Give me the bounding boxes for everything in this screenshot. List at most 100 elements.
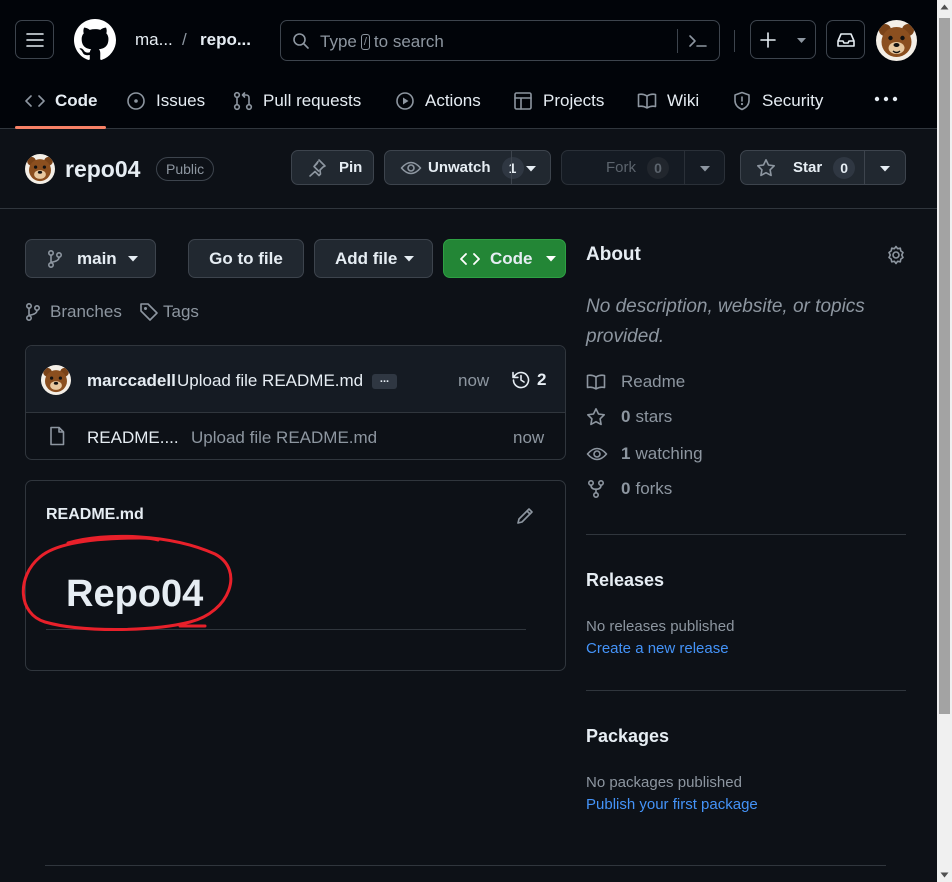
gear-icon[interactable] xyxy=(886,245,906,265)
pin-button[interactable]: Pin xyxy=(291,150,374,185)
search-icon xyxy=(293,33,309,49)
commit-author-avatar[interactable] xyxy=(41,365,71,395)
file-name[interactable]: README.... xyxy=(87,428,179,448)
tab-wiki[interactable]: Wiki xyxy=(637,86,699,116)
play-icon xyxy=(396,92,414,110)
breadcrumb-owner[interactable]: ma... xyxy=(135,30,173,50)
star-button[interactable]: Star 0 xyxy=(740,150,906,185)
search-shortcut-key: / xyxy=(360,34,370,50)
tab-actions[interactable]: Actions xyxy=(395,86,481,116)
github-mark-icon xyxy=(74,19,116,60)
breadcrumb-repo[interactable]: repo... xyxy=(200,30,251,50)
tags-label: Tags xyxy=(163,302,199,321)
global-header: ma... / repo... Type / to search Code Is… xyxy=(0,0,937,129)
create-release-link[interactable]: Create a new release xyxy=(586,640,729,657)
readme-link-label: Readme xyxy=(621,372,686,391)
chevron-down-icon xyxy=(545,256,556,262)
go-to-file-button[interactable]: Go to file xyxy=(188,239,304,278)
tab-security[interactable]: Security xyxy=(732,86,823,116)
releases-title[interactable]: Releases xyxy=(586,570,664,591)
code-button[interactable]: Code xyxy=(443,239,566,278)
tab-code-label: Code xyxy=(55,91,98,110)
chevron-down-icon[interactable] xyxy=(525,165,537,172)
tab-issues-label: Issues xyxy=(156,91,206,110)
commit-message[interactable]: Upload file README.md xyxy=(177,371,363,391)
branches-link[interactable]: Branches xyxy=(25,302,122,322)
eye-icon xyxy=(586,447,608,461)
pencil-icon[interactable] xyxy=(515,506,535,526)
inbox-button[interactable] xyxy=(826,20,865,59)
scroll-up-arrow-icon[interactable] xyxy=(940,4,949,10)
forks-label: forks xyxy=(635,479,673,498)
star-icon xyxy=(587,408,605,426)
fork-icon xyxy=(587,479,605,499)
add-file-button[interactable]: Add file xyxy=(314,239,433,278)
repo-owner-avatar[interactable] xyxy=(25,154,55,184)
tab-projects[interactable]: Projects xyxy=(513,86,604,116)
watching-label: watching xyxy=(635,444,703,463)
visibility-badge: Public xyxy=(156,157,215,181)
tab-security-label: Security xyxy=(762,91,824,110)
branch-select-button[interactable]: main xyxy=(25,239,156,278)
watch-button[interactable]: Unwatch 1 xyxy=(384,150,551,185)
book-icon xyxy=(586,374,606,390)
readme-link[interactable]: Readme xyxy=(586,372,685,392)
watching-link[interactable]: 1 watching xyxy=(586,444,703,464)
more-tabs-button[interactable] xyxy=(874,96,898,102)
search-placeholder: Type / to search xyxy=(320,32,444,51)
branches-label: Branches xyxy=(50,302,122,321)
add-file-label: Add file xyxy=(335,248,398,268)
branch-icon xyxy=(47,249,63,268)
repo-name[interactable]: repo04 xyxy=(65,156,140,183)
eye-icon xyxy=(400,161,422,174)
table-icon xyxy=(514,92,532,110)
chevron-down-icon[interactable] xyxy=(879,165,891,172)
kebab-horizontal-icon xyxy=(874,96,898,102)
commit-details-toggle[interactable]: ... xyxy=(372,374,397,389)
command-palette-icon[interactable] xyxy=(688,32,708,50)
about-title: About xyxy=(586,244,641,265)
commit-history-link[interactable]: 2 xyxy=(510,369,546,391)
divider xyxy=(0,208,937,209)
file-row[interactable]: README.... Upload file README.md now xyxy=(26,413,565,459)
create-new-button[interactable] xyxy=(750,20,816,59)
readme-filename[interactable]: README.md xyxy=(46,506,144,524)
chevron-down-icon xyxy=(127,256,138,262)
fork-label: Fork xyxy=(606,159,636,176)
tab-pull-requests[interactable]: Pull requests xyxy=(233,86,361,116)
code-icon xyxy=(460,252,480,265)
latest-commit-row: marccadell Upload file README.md ... now… xyxy=(26,346,565,413)
tab-pull-requests-label: Pull requests xyxy=(263,91,362,110)
chevron-down-icon[interactable] xyxy=(699,165,711,172)
scrollbar-thumb[interactable] xyxy=(939,18,950,714)
chevron-down-icon xyxy=(404,256,415,262)
tab-issues[interactable]: Issues xyxy=(126,86,205,116)
branch-icon xyxy=(25,302,41,322)
file-browser: marccadell Upload file README.md ... now… xyxy=(25,345,566,460)
stars-link[interactable]: 0 stars xyxy=(586,407,672,427)
pin-icon xyxy=(309,158,326,177)
plus-dropdown-icon xyxy=(760,31,806,48)
watch-label: Unwatch xyxy=(428,159,491,176)
shield-icon xyxy=(734,91,750,111)
search-input[interactable]: Type / to search xyxy=(280,20,720,61)
publish-package-link[interactable]: Publish your first package xyxy=(586,796,758,813)
file-commit-message[interactable]: Upload file README.md xyxy=(191,428,377,448)
pull-request-icon xyxy=(233,91,253,111)
commit-author[interactable]: marccadell xyxy=(87,371,176,391)
code-label: Code xyxy=(490,248,533,268)
stars-count: 0 xyxy=(621,407,631,426)
tab-projects-label: Projects xyxy=(543,91,605,110)
avatar[interactable] xyxy=(876,20,917,61)
forks-link[interactable]: 0 forks xyxy=(586,479,672,499)
selected-tab-indicator xyxy=(15,126,106,129)
star-count: 0 xyxy=(833,156,856,179)
scroll-down-arrow-icon[interactable] xyxy=(940,872,949,878)
inbox-icon xyxy=(836,32,855,47)
menu-button[interactable] xyxy=(15,20,54,59)
tab-code[interactable]: Code xyxy=(25,86,98,116)
packages-title[interactable]: Packages xyxy=(586,726,669,747)
github-logo[interactable] xyxy=(74,19,116,61)
hamburger-icon xyxy=(25,32,44,47)
tags-link[interactable]: Tags xyxy=(139,302,199,322)
